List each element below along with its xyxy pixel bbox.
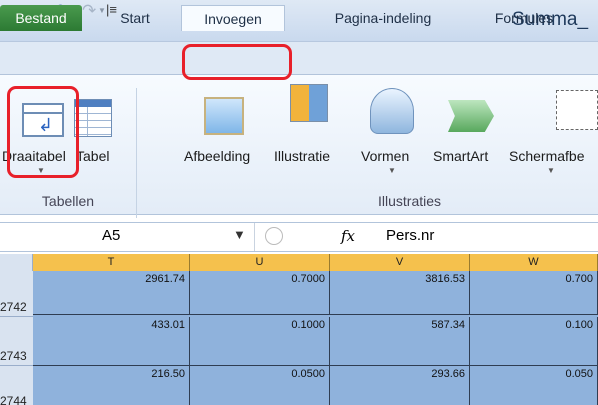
group-label-illustraties: Illustraties <box>378 193 442 209</box>
chevron-down-icon[interactable]: ▼ <box>547 166 555 175</box>
cell[interactable]: 0.050 <box>470 366 598 405</box>
tabel-button[interactable]: Tabel <box>76 148 109 164</box>
cancel-icon[interactable] <box>265 227 283 245</box>
cell[interactable]: 0.0500 <box>190 366 330 405</box>
column-header-u[interactable]: U <box>190 254 330 271</box>
cell[interactable]: 587.34 <box>330 317 470 366</box>
schermafbeelding-button[interactable]: Schermafbe <box>509 148 584 164</box>
column-header-v[interactable]: V <box>330 254 470 271</box>
cell[interactable]: 0.100 <box>470 317 598 366</box>
row-header[interactable]: 2743 <box>0 317 33 366</box>
cell[interactable]: 216.50 <box>33 366 190 405</box>
screenshot-icon[interactable] <box>556 90 598 130</box>
worksheet-grid[interactable]: T U V W 2742 2743 2744 2961.74 0.7000 38… <box>0 254 598 405</box>
cell[interactable]: 293.66 <box>330 366 470 405</box>
group-divider <box>136 88 137 218</box>
name-box[interactable]: A5 ▼ <box>0 223 255 251</box>
table-icon[interactable] <box>74 99 112 137</box>
picture-icon[interactable] <box>204 97 244 135</box>
row-header-label: 2743 <box>0 349 27 363</box>
row-header[interactable]: 2744 <box>0 366 33 405</box>
select-all-corner[interactable] <box>0 254 33 271</box>
insert-function-icon[interactable]: fx <box>341 227 355 245</box>
tab-pagina-indeling[interactable]: Pagina-indeling <box>306 5 460 31</box>
afbeelding-button[interactable]: Afbeelding <box>184 148 250 164</box>
tab-invoegen[interactable]: Invoegen <box>181 5 285 31</box>
highlight-draaitabel <box>7 86 79 178</box>
cell[interactable]: 2961.74 <box>33 271 190 315</box>
row-header-label: 2742 <box>0 300 27 314</box>
illustratie-button[interactable]: Illustratie <box>274 148 330 164</box>
ribbon-tab-row <box>0 42 598 75</box>
column-header-t[interactable]: T <box>33 254 190 271</box>
row-header[interactable]: 2742 <box>0 271 33 317</box>
tab-start[interactable]: Start <box>108 5 162 31</box>
formula-input[interactable]: Pers.nr <box>386 227 434 244</box>
highlight-invoegen <box>182 44 292 80</box>
clipart-icon[interactable] <box>290 84 328 122</box>
shapes-icon[interactable] <box>370 88 414 134</box>
name-box-value: A5 <box>102 227 121 244</box>
tab-bestand[interactable]: Bestand <box>0 5 82 31</box>
redo-icon[interactable]: ↷ <box>82 1 96 21</box>
vormen-button[interactable]: Vormen <box>361 148 409 164</box>
chevron-down-icon[interactable]: ▼ <box>388 166 396 175</box>
cell[interactable]: 0.7000 <box>190 271 330 315</box>
group-label-tabellen: Tabellen <box>41 193 95 209</box>
cell[interactable]: 0.700 <box>470 271 598 315</box>
redo-dropdown-icon[interactable]: ▼ <box>98 6 106 15</box>
chevron-down-icon[interactable]: ▼ <box>233 227 246 242</box>
smartart-button[interactable]: SmartArt <box>433 148 488 164</box>
cell[interactable]: 0.1000 <box>190 317 330 366</box>
cell[interactable]: 433.01 <box>33 317 190 366</box>
tab-formules[interactable]: Formules <box>482 5 566 31</box>
cell[interactable]: 3816.53 <box>330 271 470 315</box>
column-header-w[interactable]: W <box>470 254 598 271</box>
row-header-label: 2744 <box>0 394 27 405</box>
formula-bar: A5 ▼ fx Pers.nr <box>0 222 598 252</box>
